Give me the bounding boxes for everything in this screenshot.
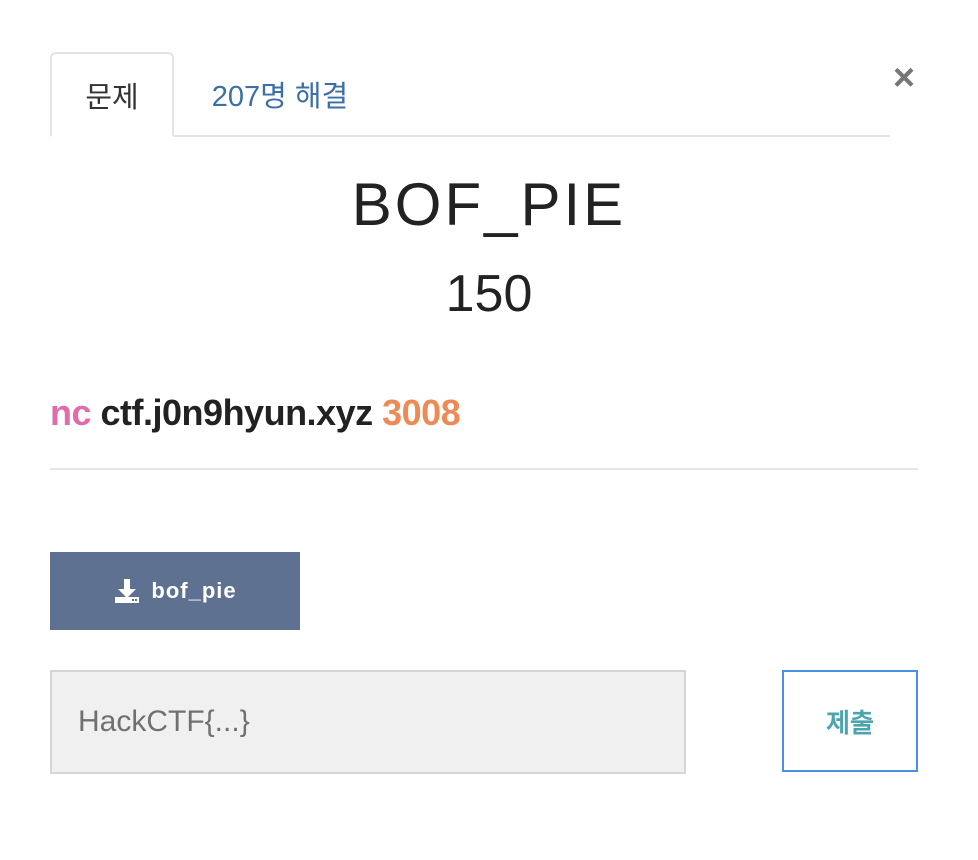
challenge-title: BOF_PIE <box>351 171 627 238</box>
desc-host: ctf.j0n9hyun.xyz <box>100 392 374 433</box>
download-icon <box>115 579 140 603</box>
desc-port: 3008 <box>382 392 461 433</box>
tab-bar: 문제 207명 해결 <box>50 52 890 137</box>
tab-solves-label: 207명 해결 <box>211 80 349 113</box>
desc-nc: nc <box>50 392 92 433</box>
challenge-points: 150 <box>445 265 533 323</box>
flag-input[interactable] <box>50 670 686 774</box>
submit-button[interactable]: 제출 <box>782 670 918 772</box>
download-button[interactable]: bof_pie <box>50 552 300 630</box>
challenge-description: nc ctf.j0n9hyun.xyz 3008 <box>50 392 461 434</box>
divider <box>50 468 918 470</box>
tab-solves[interactable]: 207명 해결 <box>190 52 370 135</box>
close-icon: × <box>892 56 916 99</box>
tab-problem-label: 문제 <box>85 81 139 114</box>
close-button[interactable]: × <box>886 56 922 99</box>
download-label: bof_pie <box>151 578 237 603</box>
tab-problem[interactable]: 문제 <box>50 52 174 137</box>
submit-label: 제출 <box>826 707 874 738</box>
